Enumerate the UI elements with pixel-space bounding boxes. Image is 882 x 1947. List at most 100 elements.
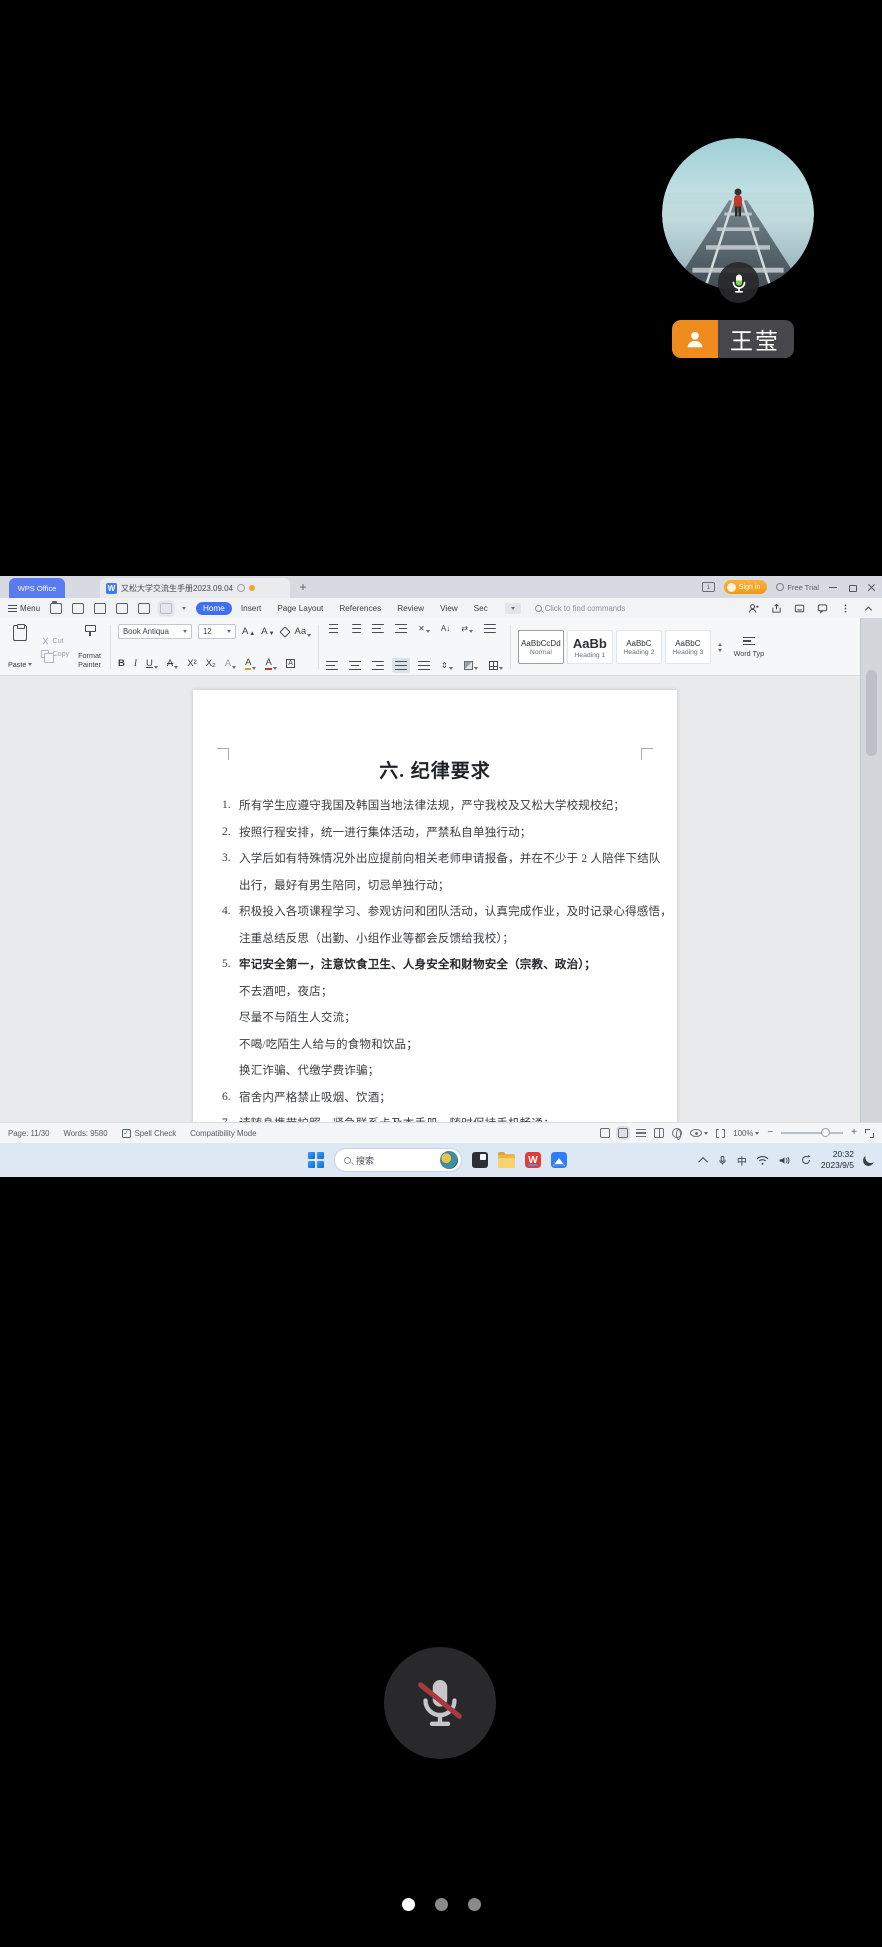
font-color-button[interactable]: A xyxy=(265,657,276,670)
tray-microphone-icon[interactable] xyxy=(717,1154,728,1167)
italic-button[interactable]: I xyxy=(134,659,137,669)
print-icon[interactable] xyxy=(116,603,128,614)
increase-indent-button[interactable] xyxy=(395,624,407,633)
word-typesetting-button[interactable]: Word Typ xyxy=(729,623,769,671)
collapse-ribbon-icon[interactable] xyxy=(863,603,874,614)
shrink-font-button[interactable]: A▼ xyxy=(261,626,274,637)
document-canvas[interactable]: 六. 纪律要求 1.所有学生应遵守我国及韩国当地法律法规，严守我校及又松大学校规… xyxy=(0,676,860,1122)
focus-assist-moon-icon[interactable] xyxy=(861,1153,875,1167)
document-tab[interactable]: W 又松大学交流生手册2023.09.04 xyxy=(100,578,290,598)
sort-button[interactable]: A↓ xyxy=(441,624,450,633)
numbered-list-button[interactable] xyxy=(349,624,361,633)
new-tab-button[interactable]: + xyxy=(296,580,310,594)
wifi-icon[interactable] xyxy=(756,1155,769,1166)
distribute-button[interactable] xyxy=(418,661,430,670)
microphone-mute-button[interactable] xyxy=(384,1647,496,1759)
ribbon-tab-insert[interactable]: Insert xyxy=(234,602,268,615)
style-normal[interactable]: AaBbCcDdNormal xyxy=(518,630,564,664)
scrollbar-thumb[interactable] xyxy=(866,670,877,756)
comment-icon[interactable] xyxy=(817,603,828,614)
justify-button-active[interactable] xyxy=(392,658,410,673)
word-count[interactable]: Words: 9580 xyxy=(63,1129,107,1138)
main-menu-button[interactable]: Menu xyxy=(8,604,40,613)
character-border-button[interactable]: A xyxy=(286,659,296,668)
quickbar-dropdown-icon[interactable] xyxy=(182,607,186,610)
save-to-cloud-icon[interactable] xyxy=(794,603,805,614)
borders-button[interactable] xyxy=(489,661,503,670)
start-button[interactable] xyxy=(308,1152,324,1168)
right-panel-strip[interactable] xyxy=(860,618,882,1122)
command-search[interactable]: Click to find commands xyxy=(535,604,626,613)
file-explorer-button[interactable] xyxy=(498,1154,515,1168)
align-left-button[interactable] xyxy=(326,661,338,670)
print-preview-icon[interactable] xyxy=(138,603,150,614)
align-right-button[interactable] xyxy=(372,661,384,670)
share-user-icon[interactable] xyxy=(748,603,759,614)
eye-protection-button[interactable] xyxy=(690,1129,708,1137)
open-file-icon[interactable] xyxy=(50,603,62,614)
window-count-badge[interactable]: 1 xyxy=(702,582,715,592)
export-icon[interactable] xyxy=(94,603,106,614)
section-dropdown[interactable] xyxy=(505,603,521,614)
presenter-name-badge[interactable]: 王莹 xyxy=(672,320,794,358)
symbol-button[interactable]: ✕ xyxy=(418,624,430,633)
free-trial-button[interactable]: Free Trial xyxy=(776,583,819,592)
styles-gallery-scroll[interactable] xyxy=(718,623,722,671)
ribbon-tab-review[interactable]: Review xyxy=(390,602,431,615)
wps-home-tab[interactable]: WPS Office xyxy=(9,578,65,598)
zoom-in-button[interactable]: + xyxy=(851,1128,857,1138)
grow-font-button[interactable]: A▲ xyxy=(242,626,255,637)
ribbon-tab-home[interactable]: Home xyxy=(196,602,232,615)
font-name-select[interactable]: Book Antiqua xyxy=(118,624,192,639)
document-page[interactable]: 六. 纪律要求 1.所有学生应遵守我国及韩国当地法律法规，严守我校及又松大学校规… xyxy=(193,690,677,1122)
style-heading-1[interactable]: AaBbHeading 1 xyxy=(567,630,613,664)
minimize-button[interactable] xyxy=(828,582,838,592)
align-center-button[interactable] xyxy=(349,661,361,670)
page-dot[interactable] xyxy=(468,1898,481,1911)
style-heading-2[interactable]: AaBbCHeading 2 xyxy=(616,630,662,664)
paragraph-direction-button[interactable]: ⇄ xyxy=(461,624,473,633)
close-button[interactable] xyxy=(866,582,876,592)
zoom-out-button[interactable]: − xyxy=(767,1128,773,1138)
line-spacing-button[interactable]: ⇕ xyxy=(441,661,453,670)
ribbon-tab-view[interactable]: View xyxy=(433,602,465,615)
highlight-color-button[interactable]: A xyxy=(225,658,236,669)
save-icon[interactable] xyxy=(72,603,84,614)
tray-overflow-chevron[interactable] xyxy=(698,1156,708,1166)
style-heading-3[interactable]: AaBbCHeading 3 xyxy=(665,630,711,664)
cut-button[interactable]: Cut xyxy=(41,636,69,645)
fullscreen-icon[interactable] xyxy=(865,1129,874,1138)
shading-button[interactable] xyxy=(464,661,478,670)
font-size-select[interactable]: 12 xyxy=(198,624,236,639)
sync-tray-icon[interactable] xyxy=(800,1154,812,1166)
fit-page-icon[interactable] xyxy=(716,1129,725,1138)
zoom-level-select[interactable]: 100% xyxy=(733,1129,759,1138)
decrease-indent-button[interactable] xyxy=(372,624,384,633)
web-layout-view-icon[interactable] xyxy=(672,1128,682,1138)
speaker-icon[interactable] xyxy=(778,1155,791,1166)
spell-check-toggle[interactable]: ✓ Spell Check xyxy=(122,1129,177,1138)
hand-tool-icon-active[interactable] xyxy=(160,603,172,614)
ink-color-button[interactable]: A xyxy=(245,657,256,670)
change-case-button[interactable]: Aa xyxy=(295,626,312,637)
search-highlight-image[interactable] xyxy=(440,1151,458,1169)
clear-format-eraser-icon[interactable] xyxy=(281,628,289,636)
ime-language-indicator[interactable]: 中 xyxy=(737,1153,747,1168)
page-dot[interactable] xyxy=(435,1898,448,1911)
zoom-slider-knob[interactable] xyxy=(821,1128,830,1137)
strikethrough-button[interactable]: A xyxy=(167,658,178,669)
ribbon-tab-sec[interactable]: Sec xyxy=(467,602,495,615)
taskbar-search[interactable]: 搜索 xyxy=(334,1148,462,1172)
share-export-icon[interactable] xyxy=(771,603,782,614)
more-options-icon[interactable] xyxy=(840,603,851,614)
task-window-icon[interactable] xyxy=(600,1128,610,1138)
page-dot-active[interactable] xyxy=(402,1898,415,1911)
ribbon-tab-page-layout[interactable]: Page Layout xyxy=(270,602,330,615)
ribbon-tab-references[interactable]: References xyxy=(332,602,388,615)
print-layout-view-icon[interactable] xyxy=(618,1128,628,1138)
two-page-view-icon[interactable] xyxy=(654,1128,664,1138)
show-marks-button[interactable] xyxy=(484,624,496,633)
paste-button[interactable]: Paste xyxy=(6,623,34,671)
clock[interactable]: 20:32 2023/9/5 xyxy=(821,1149,854,1170)
outline-view-icon[interactable] xyxy=(636,1128,646,1138)
